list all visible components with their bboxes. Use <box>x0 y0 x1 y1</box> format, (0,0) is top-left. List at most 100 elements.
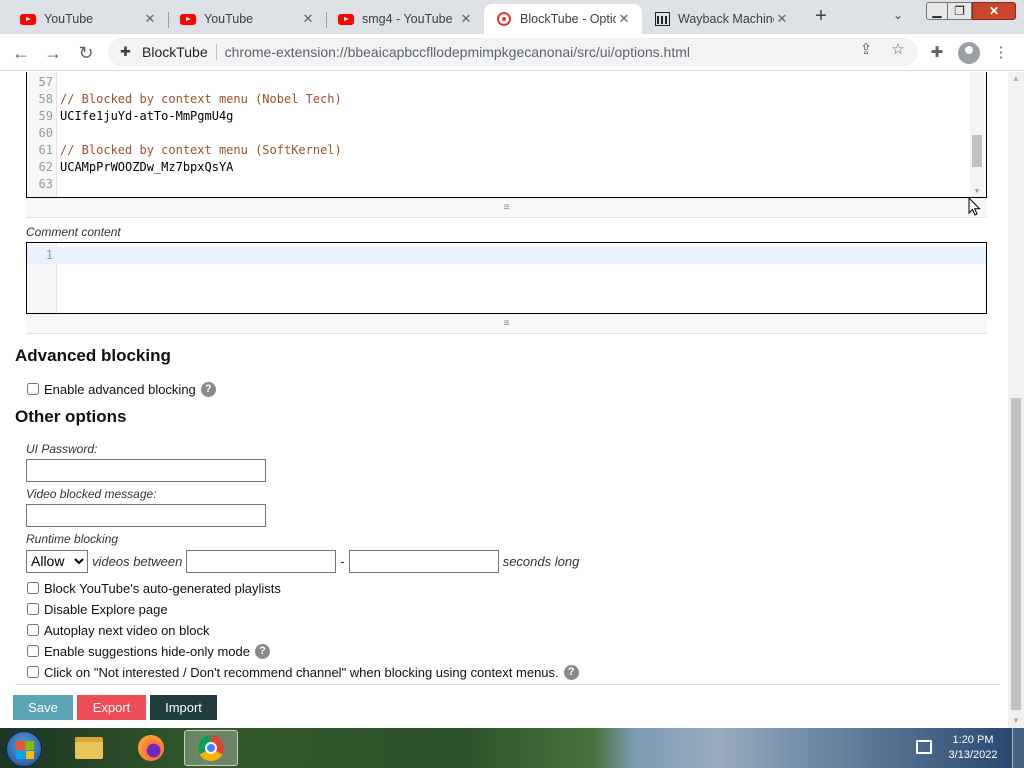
youtube-icon <box>338 11 354 27</box>
start-button[interactable] <box>6 731 42 767</box>
taskbar-file-explorer[interactable] <box>62 730 116 766</box>
checkbox-label: Block YouTube's auto-generated playlists <box>44 580 281 596</box>
enable-advanced-blocking-checkbox[interactable] <box>27 383 39 395</box>
code-line[interactable]: 61 // Blocked by context menu (SoftKernel… <box>27 142 986 159</box>
bookmark-star-icon[interactable]: ☆ <box>888 40 908 60</box>
option-checkbox[interactable] <box>27 666 39 678</box>
options-page: 57 58 // Blocked by context menu (Nobel Te… <box>0 72 1008 728</box>
profile-avatar[interactable] <box>958 42 980 64</box>
option-checkbox[interactable] <box>27 624 39 636</box>
code-line[interactable]: 59 UCIfe1juYd-atTo-MmPgmU4g <box>27 108 986 125</box>
chrome-icon <box>198 735 224 761</box>
option-checkbox-row[interactable]: Block YouTube's auto-generated playlists <box>26 579 281 597</box>
help-icon[interactable]: ? <box>563 664 579 680</box>
code-line[interactable]: 60 <box>27 125 986 142</box>
tab-youtube-1[interactable]: YouTube ✕ <box>8 4 169 34</box>
export-button[interactable]: Export <box>77 695 146 720</box>
help-icon[interactable]: ? <box>254 643 270 659</box>
scroll-up-arrow-icon[interactable]: ▲ <box>1011 74 1021 84</box>
editor-resize-handle[interactable]: ≡ <box>26 198 987 218</box>
forward-button[interactable]: → <box>40 40 66 66</box>
comment-content-label: Comment content <box>26 225 121 239</box>
line-number: 1 <box>45 248 53 262</box>
taskbar-chrome[interactable] <box>184 730 238 766</box>
tab-label: YouTube <box>204 12 254 26</box>
line-text: // Blocked by context menu (SoftKernel) <box>60 143 342 157</box>
save-button[interactable]: Save <box>13 695 73 720</box>
page-scrollbar-thumb[interactable] <box>1011 398 1021 710</box>
enable-advanced-blocking-row[interactable]: Enable advanced blocking ? <box>26 380 216 398</box>
checkbox-label: Disable Explore page <box>44 601 168 617</box>
new-tab-button[interactable]: + <box>808 6 834 28</box>
line-text: // Blocked by context menu (Nobel Tech) <box>60 92 342 106</box>
advanced-blocking-heading: Advanced blocking <box>15 346 171 365</box>
extensions-puzzle-icon[interactable]: ✚ <box>926 42 948 64</box>
share-icon[interactable]: ⇪ <box>856 40 876 60</box>
code-line[interactable]: 62 UCAMpPrWOOZDw_Mz7bpxQsYA <box>27 159 986 176</box>
url-text[interactable]: chrome-extension://bbeaicapbccfllodepmim… <box>225 44 690 60</box>
scroll-down-arrow-icon[interactable]: ▼ <box>1011 716 1021 726</box>
window-minimize-button[interactable]: ▁ <box>926 2 948 20</box>
option-checkbox-row[interactable]: Autoplay next video on block <box>26 621 210 639</box>
video-blocked-message-input[interactable] <box>26 504 266 527</box>
close-icon[interactable]: ✕ <box>774 11 790 27</box>
option-checkbox[interactable] <box>27 582 39 594</box>
code-line[interactable]: 57 <box>27 74 986 91</box>
option-checkbox-row[interactable]: Click on "Not interested / Don't recomme… <box>26 663 579 681</box>
back-button[interactable]: ← <box>8 40 34 66</box>
checkbox-label: Autoplay next video on block <box>44 622 210 638</box>
tab-search-button[interactable]: ⌄ <box>888 8 908 26</box>
other-options-heading: Other options <box>15 407 127 426</box>
option-checkbox-row[interactable]: Disable Explore page <box>26 600 168 618</box>
window-restore-button[interactable]: ❐ <box>948 2 972 20</box>
line-number: 58 <box>38 92 53 106</box>
option-checkbox[interactable] <box>27 603 39 615</box>
reload-button[interactable]: ↻ <box>73 40 99 66</box>
runtime-min-seconds-input[interactable] <box>186 549 337 573</box>
import-button[interactable]: Import <box>150 695 217 720</box>
editor-scrollbar[interactable]: ▼ <box>970 72 984 197</box>
tab-youtube-2[interactable]: YouTube ✕ <box>168 4 327 34</box>
comment-content-editor[interactable]: 1 <box>26 242 987 314</box>
tab-wayback-machine[interactable]: Wayback Machine ✕ <box>642 4 800 34</box>
editor-scrollbar-thumb[interactable] <box>972 135 982 167</box>
checkbox-label: Enable suggestions hide-only mode <box>44 643 250 659</box>
code-line[interactable]: 63 <box>27 176 986 193</box>
scroll-down-arrow-icon[interactable]: ▼ <box>972 187 982 195</box>
line-number: 63 <box>38 177 53 191</box>
network-tray-icon[interactable] <box>916 740 932 754</box>
code-line[interactable]: 1 <box>27 247 986 264</box>
menu-kebab-icon[interactable]: ⋮ <box>990 42 1012 64</box>
runtime-blocking-row: Allow videos between - seconds long <box>26 549 583 573</box>
channels-code-editor[interactable]: 57 58 // Blocked by context menu (Nobel Te… <box>26 72 987 198</box>
window-close-button[interactable]: ✕ <box>972 2 1016 20</box>
close-icon[interactable]: ✕ <box>458 11 474 27</box>
code-line[interactable]: 58 // Blocked by context menu (Nobel Tech… <box>27 91 986 108</box>
show-desktop-button[interactable] <box>1012 728 1024 768</box>
firefox-icon <box>138 735 164 761</box>
close-icon[interactable]: ✕ <box>142 11 158 27</box>
ui-password-input[interactable] <box>26 459 266 482</box>
help-icon[interactable]: ? <box>200 381 216 397</box>
youtube-icon <box>20 11 36 27</box>
ui-password-label: UI Password: <box>26 442 98 456</box>
option-checkbox[interactable] <box>27 645 39 657</box>
close-icon[interactable]: ✕ <box>616 11 632 27</box>
tab-blocktube-options[interactable]: BlockTube - Optio ✕ <box>484 4 642 34</box>
tab-label: Wayback Machine <box>678 12 774 26</box>
taskbar-clock[interactable]: 1:20 PM 3/13/2022 <box>940 733 1006 763</box>
page-scrollbar[interactable]: ▲ ▼ <box>1008 72 1024 728</box>
tab-smg4[interactable]: smg4 - YouTube ✕ <box>326 4 484 34</box>
editor-resize-handle[interactable]: ≡ <box>26 314 987 334</box>
option-checkbox-row[interactable]: Enable suggestions hide-only mode? <box>26 642 270 660</box>
address-bar[interactable]: ✚ BlockTube chrome-extension://bbeaicapb… <box>108 38 918 66</box>
line-number: 60 <box>38 126 53 140</box>
line-number: 62 <box>38 160 53 174</box>
tab-label: smg4 - YouTube <box>362 12 453 26</box>
runtime-max-seconds-input[interactable] <box>348 549 499 573</box>
line-number: 61 <box>38 143 53 157</box>
close-icon[interactable]: ✕ <box>300 11 316 27</box>
runtime-mode-select[interactable]: Allow <box>26 549 88 573</box>
tab-label: YouTube <box>44 12 94 26</box>
taskbar-firefox[interactable] <box>124 730 178 766</box>
